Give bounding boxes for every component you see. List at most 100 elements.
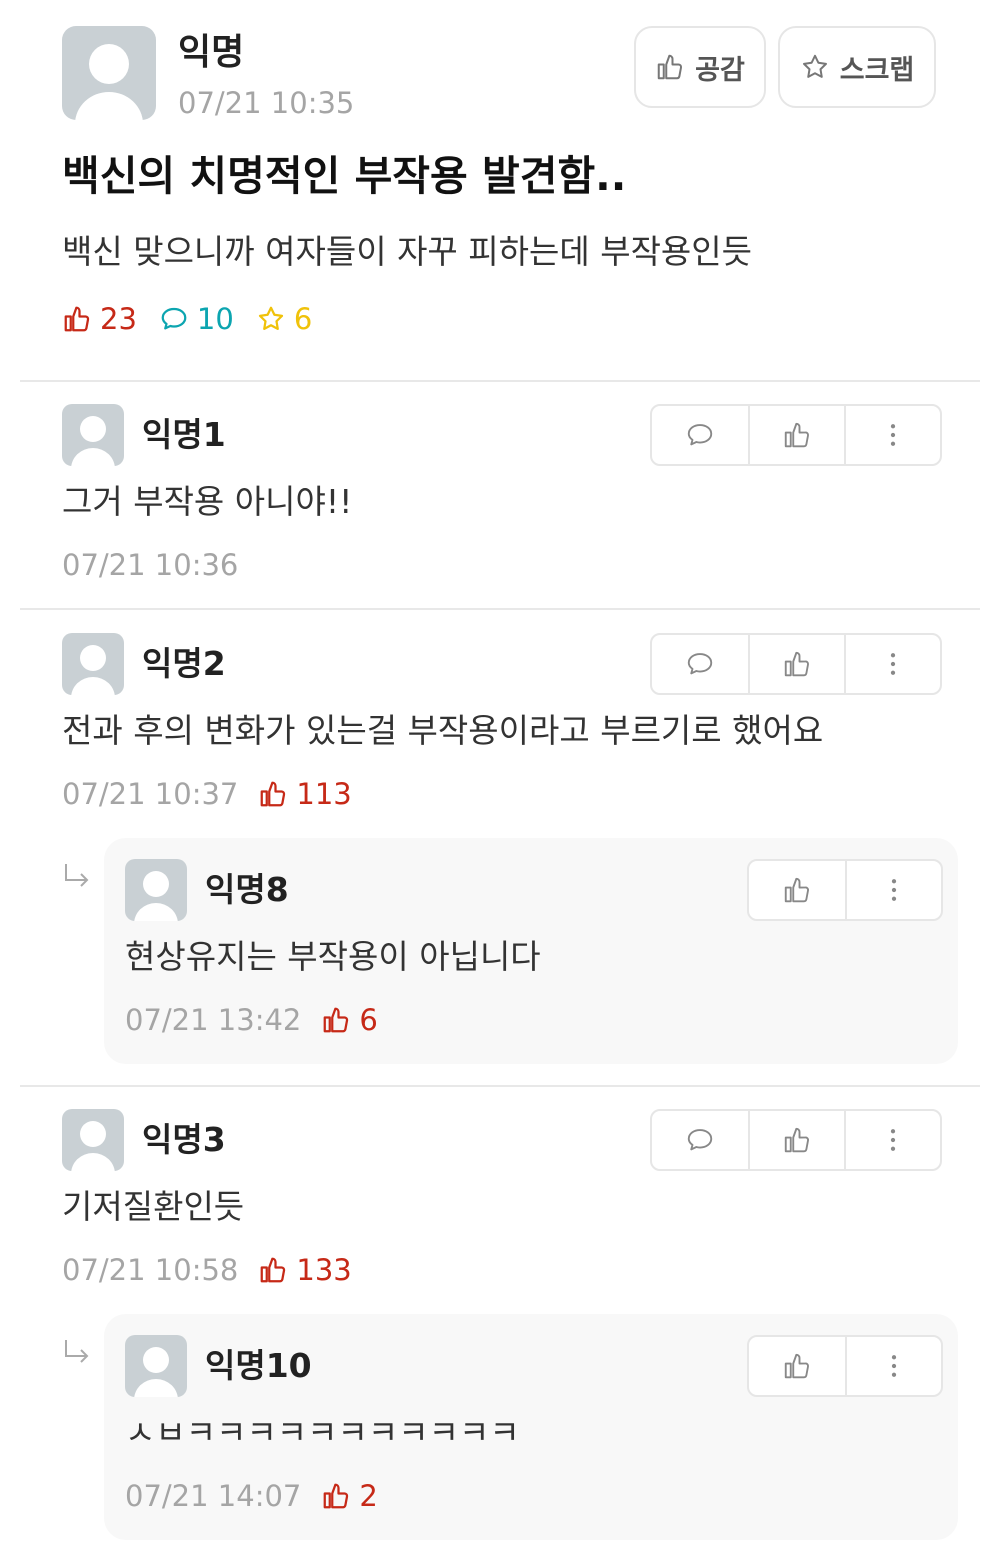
comment-vote: 6: [321, 1001, 378, 1039]
more-button[interactable]: [844, 406, 940, 464]
comment-text: 현상유지는 부작용이 아닙니다: [125, 937, 541, 976]
reply-arrow-icon: [65, 864, 89, 887]
comment-actions: [650, 1109, 942, 1171]
comment-text: 그거 부작용 아니야!!: [62, 482, 353, 521]
post-stats: 23 10 6: [62, 298, 334, 340]
avatar: [125, 1335, 187, 1397]
thumb-up-icon: [64, 306, 90, 332]
comment-vote: 2: [321, 1477, 378, 1515]
comment-time: 07/21 13:42: [125, 1003, 302, 1037]
comment-actions: [747, 1335, 943, 1397]
scrap-button-label: 스크랩: [839, 54, 915, 86]
post-time: 07/21 10:35: [178, 86, 355, 120]
more-button[interactable]: [845, 1337, 941, 1395]
comment-actions: [747, 859, 943, 921]
reply-arrow-icon: [65, 1340, 89, 1363]
thumb-up-icon: [657, 54, 683, 80]
more-vertical-icon: [890, 1129, 896, 1151]
reply-content: 익명10 ㅅㅂㅋㅋㅋㅋㅋㅋㅋㅋㅋㅋㅋ 07/21 14:07 2: [125, 1335, 943, 1525]
comment-actions: [650, 404, 942, 466]
comment: 익명1 그거 부작용 아니야!! 07/21 10:36: [62, 404, 942, 594]
reply-comment: 익명8 현상유지는 부작용이 아닙니다 07/21 13:42 6: [104, 838, 958, 1064]
more-vertical-icon: [891, 1355, 897, 1377]
comment-author: 익명10: [205, 1346, 312, 1385]
article: 익명 07/21 10:35 공감 스크랩 백신의 치명적인 부작용 발견함..…: [0, 0, 1000, 382]
like-button[interactable]: 공감: [634, 26, 766, 108]
more-vertical-icon: [890, 653, 896, 675]
profile-placeholder-icon: [75, 44, 143, 120]
more-vertical-icon: [891, 879, 897, 901]
comment-vote-count: 113: [296, 777, 352, 811]
comment-bubble-icon: [687, 653, 713, 675]
comment-text: 전과 후의 변화가 있는걸 부작용이라고 부르기로 했어요: [62, 711, 824, 750]
like-button[interactable]: [749, 1337, 845, 1395]
comment: 익명3 기저질환인듯 07/21 10:58 133: [62, 1109, 942, 1299]
post-author: 익명: [178, 32, 245, 73]
star-icon: [802, 54, 827, 78]
comment-bubble-icon: [161, 307, 187, 330]
post-body: 백신 맞으니까 여자들이 자꾸 피하는데 부작용인듯: [62, 232, 753, 271]
profile-placeholder-icon: [134, 871, 178, 921]
comment-time: 07/21 10:37: [62, 777, 239, 811]
comment-vote-count: 133: [296, 1253, 352, 1287]
scrap-count-value: 6: [293, 302, 313, 336]
comment-count-value: 10: [196, 302, 234, 336]
like-button[interactable]: [748, 406, 844, 464]
comment-text: ㅅㅂㅋㅋㅋㅋㅋㅋㅋㅋㅋㅋㅋ: [125, 1413, 520, 1452]
like-button-label: 공감: [695, 54, 745, 86]
scrap-button[interactable]: 스크랩: [778, 26, 936, 108]
profile-placeholder-icon: [71, 416, 115, 466]
comment-count: 10: [159, 302, 234, 336]
comment-bubble-icon: [687, 1129, 713, 1151]
post-title: 백신의 치명적인 부작용 발견함..: [62, 152, 627, 200]
divider: [20, 380, 980, 382]
avatar: [62, 26, 156, 120]
reply-comment: 익명10 ㅅㅂㅋㅋㅋㅋㅋㅋㅋㅋㅋㅋㅋ 07/21 14:07 2: [104, 1314, 958, 1540]
comment: 익명2 전과 후의 변화가 있는걸 부작용이라고 부르기로 했어요 07/21 …: [62, 633, 942, 823]
comment-vote: 113: [258, 775, 352, 813]
comment-bubble-icon: [687, 424, 713, 446]
comment-author: 익명3: [142, 1120, 226, 1159]
more-button[interactable]: [844, 635, 940, 693]
thumb-up-icon: [784, 651, 809, 677]
comment-actions: [650, 633, 942, 695]
like-button[interactable]: [748, 1111, 844, 1169]
thumb-up-icon: [784, 422, 809, 448]
profile-placeholder-icon: [71, 645, 115, 695]
thumb-up-icon: [784, 1353, 809, 1379]
more-button[interactable]: [845, 861, 941, 919]
thumb-up-icon: [261, 781, 286, 807]
vote-count: 23: [62, 302, 137, 336]
thumb-up-icon: [784, 877, 809, 903]
thumb-up-icon: [324, 1483, 349, 1509]
avatar: [125, 859, 187, 921]
like-button[interactable]: [748, 635, 844, 693]
profile-placeholder-icon: [71, 1121, 115, 1171]
comment-meta: 07/21 10:36: [62, 546, 238, 584]
star-icon: [258, 306, 283, 330]
comment-time: 07/21 10:58: [62, 1253, 239, 1287]
reply-button[interactable]: [652, 406, 748, 464]
profile-placeholder-icon: [134, 1347, 178, 1397]
comment-text: 기저질환인듯: [62, 1187, 245, 1226]
divider: [20, 608, 980, 610]
reply-button[interactable]: [652, 1111, 748, 1169]
thumb-up-icon: [784, 1127, 809, 1153]
comment-vote-count: 2: [359, 1479, 378, 1513]
reply-button[interactable]: [652, 635, 748, 693]
avatar: [62, 404, 124, 466]
reply-content: 익명8 현상유지는 부작용이 아닙니다 07/21 13:42 6: [125, 859, 943, 1049]
comment-vote-count: 6: [359, 1003, 378, 1037]
thumb-up-icon: [261, 1257, 286, 1283]
more-vertical-icon: [890, 424, 896, 446]
comment-time: 07/21 10:36: [62, 548, 239, 582]
comment-meta: 07/21 10:37 113: [62, 775, 352, 813]
divider: [20, 1085, 980, 1087]
comment-time: 07/21 14:07: [125, 1479, 302, 1513]
vote-count-value: 23: [100, 302, 137, 336]
comment-meta: 07/21 14:07 2: [125, 1477, 378, 1515]
comment-author: 익명8: [205, 870, 289, 909]
avatar: [62, 633, 124, 695]
like-button[interactable]: [749, 861, 845, 919]
more-button[interactable]: [844, 1111, 940, 1169]
